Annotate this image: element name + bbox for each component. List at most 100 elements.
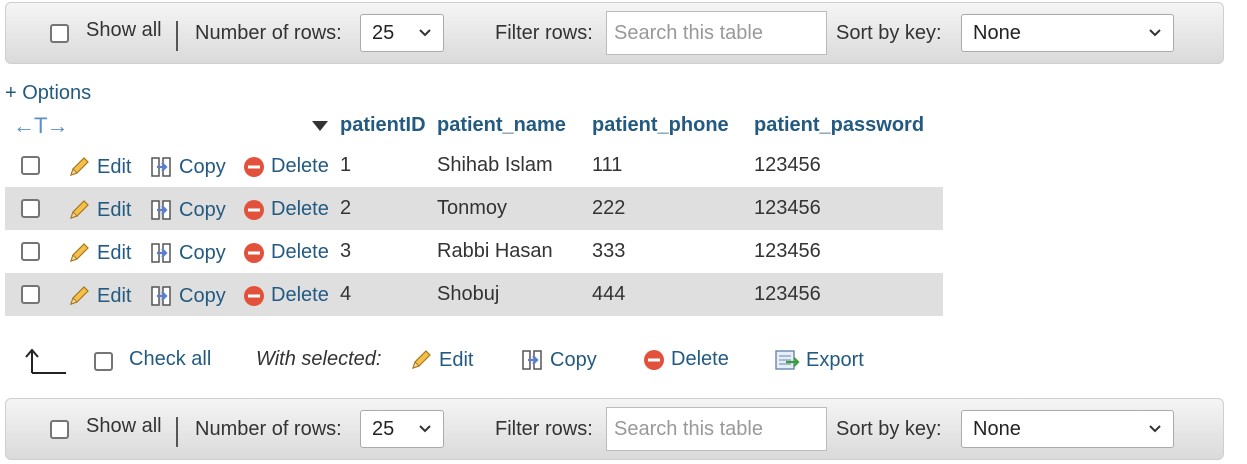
delete-button[interactable]: Delete bbox=[243, 198, 329, 221]
check-all-label[interactable]: Check all bbox=[129, 348, 211, 371]
chevron-down-icon bbox=[1149, 29, 1161, 37]
sort-by-key-value: None bbox=[973, 417, 1021, 440]
separator bbox=[176, 21, 178, 51]
copy-row-icon bbox=[522, 350, 542, 370]
edit-label: Edit bbox=[97, 284, 132, 307]
delete-icon bbox=[244, 199, 264, 220]
delete-button[interactable]: Delete bbox=[243, 284, 329, 307]
show-all-checkbox[interactable] bbox=[50, 420, 69, 439]
bulk-copy-button[interactable]: Copy bbox=[520, 348, 597, 372]
cell-patient-password: 123456 bbox=[754, 197, 821, 219]
edit-button[interactable]: Edit bbox=[67, 241, 131, 265]
row-checkbox[interactable] bbox=[21, 285, 40, 304]
copy-button[interactable]: Copy bbox=[149, 155, 226, 179]
column-header-patient-password[interactable]: patient_password bbox=[754, 114, 924, 137]
cell-patient-phone: 222 bbox=[592, 197, 626, 219]
column-divider bbox=[583, 109, 585, 144]
sort-dropdown-icon[interactable] bbox=[312, 121, 328, 131]
delete-button[interactable]: Delete bbox=[243, 241, 329, 264]
column-header-patientid[interactable]: patientID bbox=[340, 114, 426, 137]
column-divider bbox=[429, 109, 431, 144]
with-selected-label: With selected: bbox=[256, 348, 382, 370]
cell-patient-phone: 111 bbox=[592, 154, 623, 176]
delete-label: Delete bbox=[271, 155, 329, 177]
edit-button[interactable]: Edit bbox=[67, 198, 131, 222]
show-all-label[interactable]: Show all bbox=[86, 415, 162, 438]
cell-patient-password: 123456 bbox=[754, 154, 821, 176]
bulk-export-label: Export bbox=[806, 348, 864, 371]
show-all-label[interactable]: Show all bbox=[86, 19, 162, 42]
chevron-down-icon bbox=[419, 425, 431, 433]
bulk-edit-button[interactable]: Edit bbox=[409, 348, 473, 372]
copy-label: Copy bbox=[179, 241, 226, 264]
check-all-checkbox[interactable] bbox=[94, 352, 113, 371]
filter-rows-input[interactable]: Search this table bbox=[606, 407, 827, 451]
delete-icon bbox=[644, 349, 664, 370]
sort-by-key-value: None bbox=[973, 21, 1021, 44]
edit-label: Edit bbox=[97, 155, 132, 178]
chevron-down-icon bbox=[419, 29, 431, 37]
copy-label: Copy bbox=[179, 155, 226, 178]
sort-by-key-select[interactable]: None bbox=[961, 410, 1174, 448]
table-row: Edit Copy Delete 3 Rabbi Hasan 333 12345… bbox=[5, 230, 943, 273]
delete-label: Delete bbox=[271, 198, 329, 220]
copy-button[interactable]: Copy bbox=[149, 198, 226, 222]
copy-label: Copy bbox=[179, 284, 226, 307]
cell-patientid: 4 bbox=[340, 283, 352, 305]
cell-patient-name: Tonmoy bbox=[437, 197, 508, 219]
bulk-delete-button[interactable]: Delete bbox=[643, 348, 729, 371]
cell-patient-password: 123456 bbox=[754, 283, 821, 305]
delete-button[interactable]: Delete bbox=[243, 155, 329, 178]
filter-rows-input[interactable]: Search this table bbox=[606, 11, 827, 55]
bulk-export-button[interactable]: Export bbox=[774, 348, 864, 372]
copy-row-icon bbox=[151, 286, 171, 306]
copy-row-icon bbox=[151, 157, 171, 177]
edit-button[interactable]: Edit bbox=[67, 284, 131, 308]
rows-label: Number of rows: bbox=[195, 22, 342, 44]
bottom-navigation-bar: Show all Number of rows: 25 Filter rows:… bbox=[5, 398, 1224, 460]
delete-icon bbox=[244, 242, 264, 263]
copy-label: Copy bbox=[179, 198, 226, 221]
pencil-icon bbox=[412, 350, 431, 369]
bulk-edit-label: Edit bbox=[439, 348, 474, 371]
sort-by-key-label: Sort by key: bbox=[836, 22, 942, 44]
delete-label: Delete bbox=[271, 241, 329, 263]
table-row: Edit Copy Delete 4 Shobuj 444 123456 bbox=[5, 273, 943, 316]
export-icon bbox=[775, 350, 800, 370]
pencil-icon bbox=[70, 243, 89, 262]
column-divider bbox=[746, 109, 748, 144]
table-row: Edit Copy Delete 1 Shihab Islam 111 1234… bbox=[5, 144, 943, 187]
row-checkbox[interactable] bbox=[21, 242, 40, 261]
cell-patient-phone: 444 bbox=[592, 283, 626, 305]
filter-rows-label: Filter rows: bbox=[495, 22, 593, 44]
options-link[interactable]: + Options bbox=[5, 82, 91, 105]
edit-label: Edit bbox=[97, 198, 132, 221]
cell-patientid: 2 bbox=[340, 197, 352, 219]
copy-row-icon bbox=[151, 243, 171, 263]
chevron-down-icon bbox=[1149, 425, 1161, 433]
column-header-patient-phone[interactable]: patient_phone bbox=[592, 114, 729, 137]
edit-button[interactable]: Edit bbox=[67, 155, 131, 179]
show-all-checkbox[interactable] bbox=[50, 24, 69, 43]
rows-per-page-select[interactable]: 25 bbox=[360, 14, 444, 52]
rows-per-page-value: 25 bbox=[372, 21, 395, 44]
rows-per-page-select[interactable]: 25 bbox=[360, 410, 444, 448]
copy-button[interactable]: Copy bbox=[149, 284, 226, 308]
rows-per-page-value: 25 bbox=[372, 417, 395, 440]
pencil-icon bbox=[70, 157, 89, 176]
row-checkbox[interactable] bbox=[21, 156, 40, 175]
arrow-up-left-icon bbox=[25, 348, 66, 374]
cell-patient-phone: 333 bbox=[592, 240, 626, 262]
table-row: Edit Copy Delete 2 Tonmoy 222 123456 bbox=[5, 187, 943, 230]
cell-patientid: 3 bbox=[340, 240, 352, 262]
row-checkbox[interactable] bbox=[21, 199, 40, 218]
bulk-copy-label: Copy bbox=[550, 348, 597, 371]
filter-rows-placeholder: Search this table bbox=[614, 417, 763, 440]
column-header-patient-name[interactable]: patient_name bbox=[437, 114, 566, 137]
edit-label: Edit bbox=[97, 241, 132, 264]
copy-row-icon bbox=[151, 200, 171, 220]
cell-patient-name: Shihab Islam bbox=[437, 154, 553, 176]
copy-button[interactable]: Copy bbox=[149, 241, 226, 265]
column-resize-arrows-icon[interactable]: ←T→ bbox=[13, 113, 68, 139]
sort-by-key-select[interactable]: None bbox=[961, 14, 1174, 52]
